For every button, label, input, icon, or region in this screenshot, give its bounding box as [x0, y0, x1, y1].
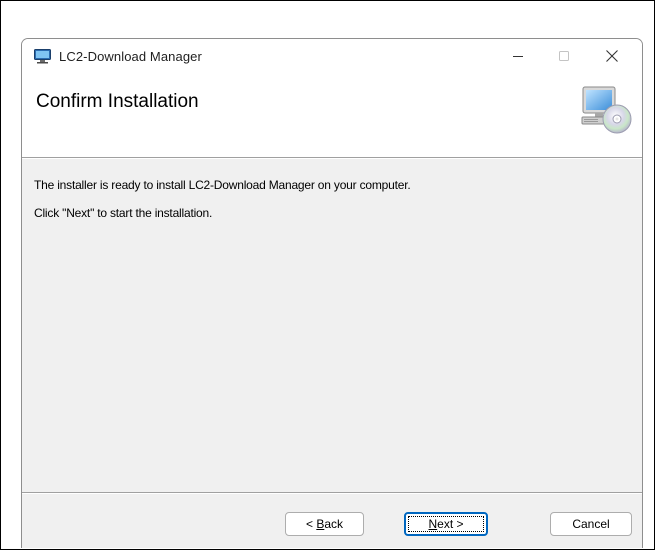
- maximize-button: [542, 39, 586, 73]
- footer-separator-highlight: [22, 493, 642, 494]
- back-button-mnemonic: B: [316, 517, 325, 531]
- title-bar[interactable]: LC2-Download Manager: [22, 39, 642, 73]
- close-icon: [606, 50, 618, 62]
- next-button[interactable]: Next >: [404, 512, 488, 536]
- cancel-button[interactable]: Cancel: [550, 512, 632, 536]
- maximize-icon: [559, 51, 569, 61]
- minimize-icon: [513, 56, 523, 57]
- back-button[interactable]: < Back: [285, 512, 364, 536]
- focus-rectangle: [408, 516, 484, 532]
- back-button-label: ack: [324, 517, 344, 531]
- minimize-button[interactable]: [496, 39, 540, 73]
- instruction-message: Click "Next" to start the installation.: [34, 206, 213, 220]
- close-button[interactable]: [590, 39, 634, 73]
- header-banner: Confirm Installation: [22, 73, 642, 158]
- window-title: LC2-Download Manager: [59, 48, 202, 64]
- back-button-prefix: <: [305, 517, 317, 531]
- installer-app-icon: [34, 48, 51, 64]
- page-title: Confirm Installation: [36, 91, 199, 112]
- installer-window: LC2-Download Manager Confirm Installatio…: [21, 38, 643, 548]
- content-area: The installer is ready to install LC2-Do…: [22, 158, 642, 491]
- ready-message: The installer is ready to install LC2-Do…: [34, 178, 411, 192]
- computer-cd-icon: [580, 85, 632, 135]
